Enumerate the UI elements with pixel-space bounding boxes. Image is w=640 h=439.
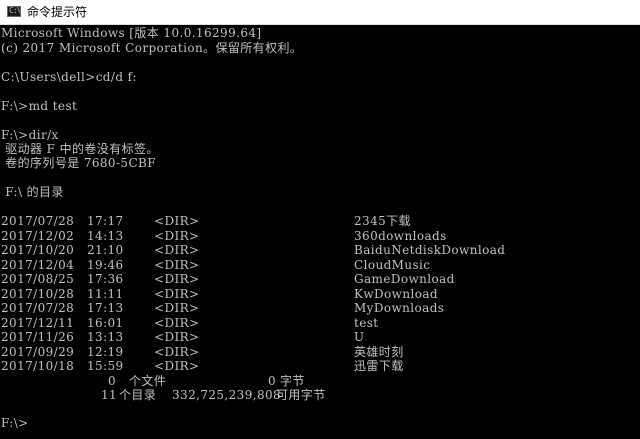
entry-name: CloudMusic bbox=[354, 257, 431, 272]
files-label: 个文件 bbox=[129, 374, 167, 388]
console-output[interactable]: Microsoft Windows [版本 10.0.16299.64] (c)… bbox=[0, 25, 640, 439]
entry-date: 2017/07/28 bbox=[1, 214, 75, 228]
entry-name: BaiduNetdiskDownload bbox=[354, 243, 506, 257]
entry-type: <DIR> bbox=[154, 359, 200, 373]
entry-time: 21:10 bbox=[87, 243, 124, 257]
entry-name: 2345下载 bbox=[354, 214, 411, 228]
entry-type: <DIR> bbox=[154, 214, 200, 228]
entry-date: 2017/12/04 bbox=[1, 257, 75, 272]
files-bytes: 0 bbox=[268, 374, 277, 388]
entry-name: KwDownload bbox=[354, 286, 438, 301]
entry-time: 17:36 bbox=[87, 272, 124, 286]
dirs-free-bytes: 332,725,239,808 bbox=[172, 388, 282, 402]
window-title: 命令提示符 bbox=[27, 5, 88, 19]
directory-of-line: F:\ 的目录 bbox=[1, 185, 64, 199]
title-bar[interactable]: C:\ 命令提示符 bbox=[0, 0, 640, 25]
entry-time: 17:17 bbox=[87, 214, 124, 228]
entry-type: <DIR> bbox=[154, 243, 200, 257]
entry-time: 16:01 bbox=[87, 315, 124, 330]
volume-serial-line: 卷的序列号是 7680-5CBF bbox=[1, 156, 156, 170]
directory-entry: 2017/12/02 14:13 <DIR> 360downloads bbox=[0, 229, 640, 244]
entry-name: 360downloads bbox=[354, 228, 447, 243]
entry-date: 2017/11/26 bbox=[1, 330, 75, 344]
directory-entry: 2017/10/18 15:59 <DIR> 迅雷下载 bbox=[0, 359, 640, 374]
directory-entry: 2017/12/11 16:01 <DIR> test bbox=[0, 316, 640, 331]
command-prompt-window: C:\ 命令提示符 Microsoft Windows [版本 10.0.162… bbox=[0, 0, 640, 439]
header-line-1: Microsoft Windows [版本 10.0.16299.64] bbox=[1, 26, 262, 40]
cmd-icon-glyph: C:\ bbox=[9, 6, 21, 15]
directory-entry: 2017/10/28 11:11 <DIR> KwDownload bbox=[0, 287, 640, 302]
entry-time: 14:13 bbox=[87, 228, 124, 243]
entry-type: <DIR> bbox=[154, 272, 200, 286]
entry-time: 13:13 bbox=[87, 330, 124, 344]
directory-entry: 2017/08/25 17:36 <DIR> GameDownload bbox=[0, 272, 640, 287]
entry-name: U bbox=[354, 330, 365, 344]
entry-name: MyDownloads bbox=[354, 301, 445, 315]
directory-entry: 2017/11/26 13:13 <DIR> U bbox=[0, 330, 640, 345]
entry-type: <DIR> bbox=[154, 228, 200, 243]
command-line-md: F:\>md test bbox=[1, 99, 78, 113]
entry-type: <DIR> bbox=[154, 301, 200, 315]
entry-name: 英雄时刻 bbox=[354, 344, 404, 359]
directory-entry: 2017/09/29 12:19 <DIR> 英雄时刻 bbox=[0, 345, 640, 360]
directory-entry: 2017/12/04 19:46 <DIR> CloudMusic bbox=[0, 258, 640, 273]
entry-type: <DIR> bbox=[154, 257, 200, 272]
entry-date: 2017/10/18 bbox=[1, 359, 75, 373]
entry-date: 2017/10/28 bbox=[1, 286, 75, 301]
directory-entry: 2017/07/28 17:17 <DIR> 2345下载 bbox=[0, 214, 640, 229]
entry-time: 11:11 bbox=[87, 286, 124, 301]
volume-label-line: 驱动器 F 中的卷没有标签。 bbox=[1, 142, 159, 156]
command-line-cd: C:\Users\dell>cd/d f: bbox=[1, 70, 137, 84]
entry-type: <DIR> bbox=[154, 286, 200, 301]
entry-name: GameDownload bbox=[354, 272, 455, 286]
directory-entry: 2017/07/28 17:13 <DIR> MyDownloads bbox=[0, 301, 640, 316]
entry-time: 15:59 bbox=[87, 359, 124, 373]
header-line-2: (c) 2017 Microsoft Corporation。保留所有权利。 bbox=[1, 41, 303, 55]
summary-files-line: 0 个文件 0 字节 bbox=[0, 374, 640, 389]
dirs-label: 个目录 bbox=[119, 388, 157, 402]
dirs-free-label: 可用字节 bbox=[276, 388, 326, 402]
files-count: 0 bbox=[108, 374, 117, 388]
command-prompt-line[interactable]: F:\> bbox=[1, 416, 29, 431]
entry-date: 2017/12/02 bbox=[1, 228, 75, 243]
entry-date: 2017/10/20 bbox=[1, 243, 75, 257]
entry-date: 2017/08/25 bbox=[1, 272, 75, 286]
entry-time: 17:13 bbox=[87, 301, 124, 315]
entry-date: 2017/12/11 bbox=[1, 315, 75, 330]
entry-date: 2017/09/29 bbox=[1, 344, 75, 359]
cmd-icon: C:\ bbox=[7, 6, 21, 17]
entry-name: test bbox=[354, 315, 379, 330]
entry-type: <DIR> bbox=[154, 344, 200, 359]
entry-type: <DIR> bbox=[154, 330, 200, 344]
summary-dirs-line: 11 个目录 332,725,239,808 可用字节 bbox=[0, 388, 640, 403]
dirs-count: 11 bbox=[101, 388, 118, 402]
entry-time: 12:19 bbox=[87, 344, 124, 359]
entry-name: 迅雷下载 bbox=[354, 359, 404, 373]
entry-time: 19:46 bbox=[87, 257, 124, 272]
files-bytes-label: 字节 bbox=[280, 374, 305, 388]
command-line-dir: F:\>dir/x bbox=[1, 128, 59, 142]
directory-entry: 2017/10/20 21:10 <DIR> BaiduNetdiskDownload bbox=[0, 243, 640, 258]
entry-date: 2017/07/28 bbox=[1, 301, 75, 315]
entry-type: <DIR> bbox=[154, 315, 200, 330]
